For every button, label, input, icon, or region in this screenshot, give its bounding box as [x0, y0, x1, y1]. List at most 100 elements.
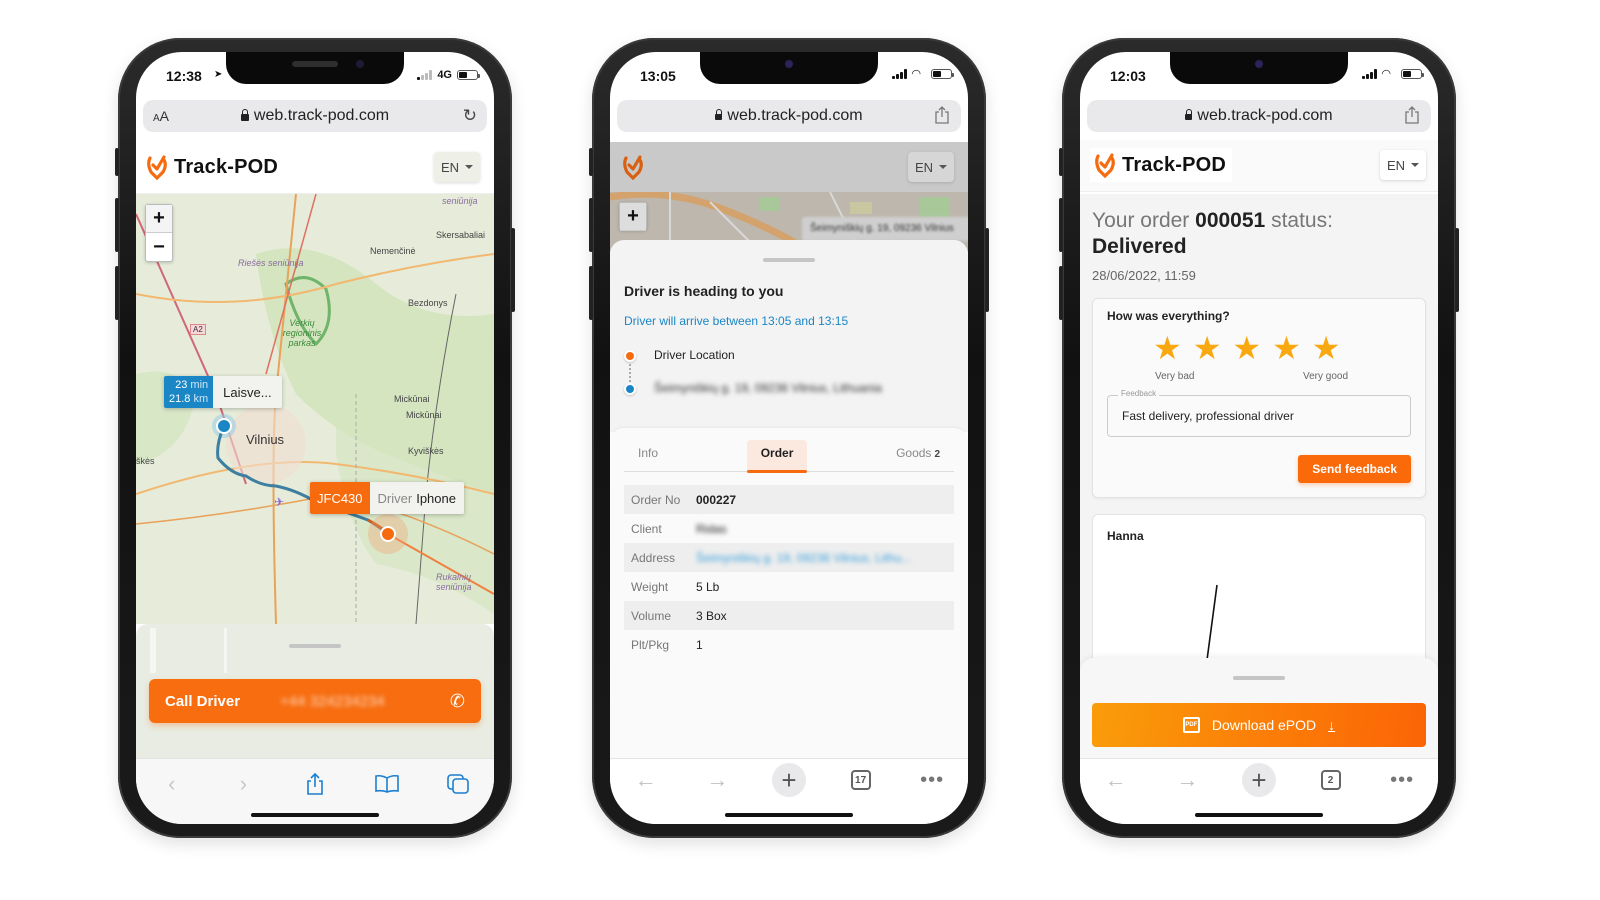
row-value: Ridas: [696, 521, 727, 536]
zoom-in-button[interactable]: +: [620, 203, 646, 231]
language-value: EN: [440, 159, 460, 175]
brand-logo[interactable]: Track-POD: [146, 154, 278, 180]
call-driver-label: Call Driver: [165, 692, 241, 710]
zoom-out-button[interactable]: −: [146, 233, 172, 261]
back-button[interactable]: ‹: [157, 771, 187, 797]
phone-screen: 13:05 ◠ web.track-pod.com EN + Šeimynišk…: [610, 52, 968, 824]
signal-icon: [892, 69, 907, 79]
driver-status-sheet[interactable]: Driver is heading to you Driver will arr…: [610, 240, 968, 432]
address-link[interactable]: Šeimyniškių g. 19, 09236 Vilnius, Lithu.…: [696, 551, 954, 565]
language-select[interactable]: EN: [1380, 150, 1426, 180]
home-indicator: [725, 813, 853, 817]
new-tab-button[interactable]: +: [771, 763, 806, 797]
star-icon[interactable]: ★: [1312, 331, 1341, 365]
order-details-table: Order No 000227 Client Ridas Address Šeimyn…: [624, 485, 954, 659]
timeline-connector: [629, 364, 631, 382]
table-row: Weight 5 Lb: [624, 572, 954, 601]
brand-name: Track-POD: [1122, 153, 1227, 176]
brand-logo[interactable]: Track-POD: [1090, 148, 1233, 182]
star-icon[interactable]: ★: [1232, 331, 1261, 365]
driver-prefix: Driver: [377, 490, 413, 506]
road-badge: A2: [190, 324, 206, 335]
call-driver-button[interactable]: Call Driver +44 324234234 ✆: [149, 679, 481, 723]
new-tab-button[interactable]: +: [1241, 763, 1276, 797]
tab-order[interactable]: Order: [746, 440, 808, 473]
download-icon: ↓: [1328, 717, 1336, 733]
driver-marker[interactable]: [380, 526, 396, 542]
lock-icon: [1185, 109, 1193, 120]
back-button[interactable]: ←: [1099, 763, 1133, 797]
send-feedback-button[interactable]: Send feedback: [1298, 455, 1411, 483]
share-button[interactable]: [300, 771, 330, 797]
location-arrow-icon: ➤: [214, 69, 223, 80]
bottom-sheet[interactable]: Call Driver +44 324234234 ✆: [136, 624, 494, 758]
pdf-icon: PDF: [1182, 717, 1200, 733]
forward-button[interactable]: →: [1170, 763, 1204, 797]
battery-icon: [931, 69, 954, 79]
phone-icon: ✆: [449, 690, 465, 711]
back-button[interactable]: ←: [629, 763, 663, 797]
signature-card: Hanna: [1092, 514, 1426, 674]
row-key: Order No: [631, 492, 681, 507]
feedback-value: Fast delivery, professional driver: [1122, 409, 1294, 423]
map-label: Mickūnai: [406, 410, 442, 420]
star-icon[interactable]: ★: [1193, 331, 1222, 365]
sheet-title: Driver is heading to you: [624, 283, 784, 299]
track-pod-logo-icon[interactable]: [622, 154, 644, 180]
stage: 12:38 ➤ 4G AA web.track-pod.com ↻ Track-…: [0, 0, 1600, 900]
address-popup[interactable]: Šeimyniškių g. 19, 09236 Vilnius: [802, 217, 968, 241]
text-size-button[interactable]: AA: [153, 108, 169, 124]
tabs-icon: [447, 774, 469, 794]
destination-marker[interactable]: [216, 418, 232, 434]
forward-button[interactable]: ›: [228, 771, 258, 797]
bookmarks-button[interactable]: [372, 771, 402, 797]
network-type: 4G: [437, 69, 452, 81]
signal-icon: [417, 70, 433, 80]
tab-goods[interactable]: Goods 2: [882, 440, 954, 470]
share-icon[interactable]: [1405, 106, 1419, 124]
row-key: Weight: [631, 579, 669, 594]
language-select[interactable]: EN: [908, 152, 954, 182]
zoom-in-button[interactable]: +: [146, 205, 172, 233]
phone-order-view: 13:05 ◠ web.track-pod.com EN + Šeimynišk…: [589, 38, 989, 838]
driver-popup[interactable]: JFC430 Driver Iphone: [310, 482, 464, 514]
tab-label: Info: [638, 446, 659, 460]
status-value: Delivered: [1092, 235, 1187, 258]
battery-icon: [457, 70, 480, 80]
sheet-grabber[interactable]: [763, 258, 815, 262]
sheet-grabber[interactable]: [289, 644, 341, 648]
tabs-button[interactable]: 17: [844, 763, 878, 797]
download-epod-button[interactable]: PDF Download ePOD ↓: [1092, 703, 1426, 747]
star-rating[interactable]: ★ ★ ★ ★ ★: [1153, 331, 1340, 365]
address-bar[interactable]: web.track-pod.com: [1087, 100, 1431, 132]
eta-popup[interactable]: 23 min 21.8 km Laisve...: [164, 376, 282, 408]
track-pod-logo-icon: [147, 155, 167, 180]
star-icon[interactable]: ★: [1272, 331, 1301, 365]
url-text: web.track-pod.com: [1197, 107, 1333, 124]
address-bar[interactable]: web.track-pod.com: [617, 100, 961, 132]
tabs-button[interactable]: [443, 771, 473, 797]
tab-info[interactable]: Info: [624, 440, 672, 470]
table-row: Order No 000227: [624, 485, 954, 514]
eta-distance: 21.8: [169, 393, 191, 405]
share-icon[interactable]: [935, 106, 949, 124]
bottom-sheet[interactable]: PDF Download ePOD ↓: [1080, 658, 1438, 758]
sheet-grabber[interactable]: [1233, 676, 1285, 680]
feedback-input[interactable]: Feedback Fast delivery, professional dri…: [1107, 389, 1411, 437]
more-menu-button[interactable]: •••: [1385, 763, 1419, 797]
language-select[interactable]: EN: [434, 152, 480, 182]
tabs-button[interactable]: 2: [1314, 763, 1348, 797]
map[interactable]: ✈ + − seniūnija Skersabaliai Nemenčinė R…: [136, 194, 494, 624]
more-menu-button[interactable]: •••: [915, 763, 949, 797]
phone-screen: 12:38 ➤ 4G AA web.track-pod.com ↻ Track-…: [136, 52, 494, 824]
map-label: Nemenčinė: [370, 246, 416, 256]
home-indicator: [1195, 813, 1323, 817]
map-label: škės: [136, 456, 155, 466]
feedback-question: How was everything?: [1107, 309, 1230, 323]
forward-button[interactable]: →: [700, 763, 734, 797]
address-bar[interactable]: AA web.track-pod.com ↻: [143, 100, 487, 132]
tab-count: 2: [1320, 770, 1341, 790]
reload-icon[interactable]: ↻: [463, 106, 477, 126]
lock-icon: [240, 108, 249, 121]
star-icon[interactable]: ★: [1153, 331, 1182, 365]
